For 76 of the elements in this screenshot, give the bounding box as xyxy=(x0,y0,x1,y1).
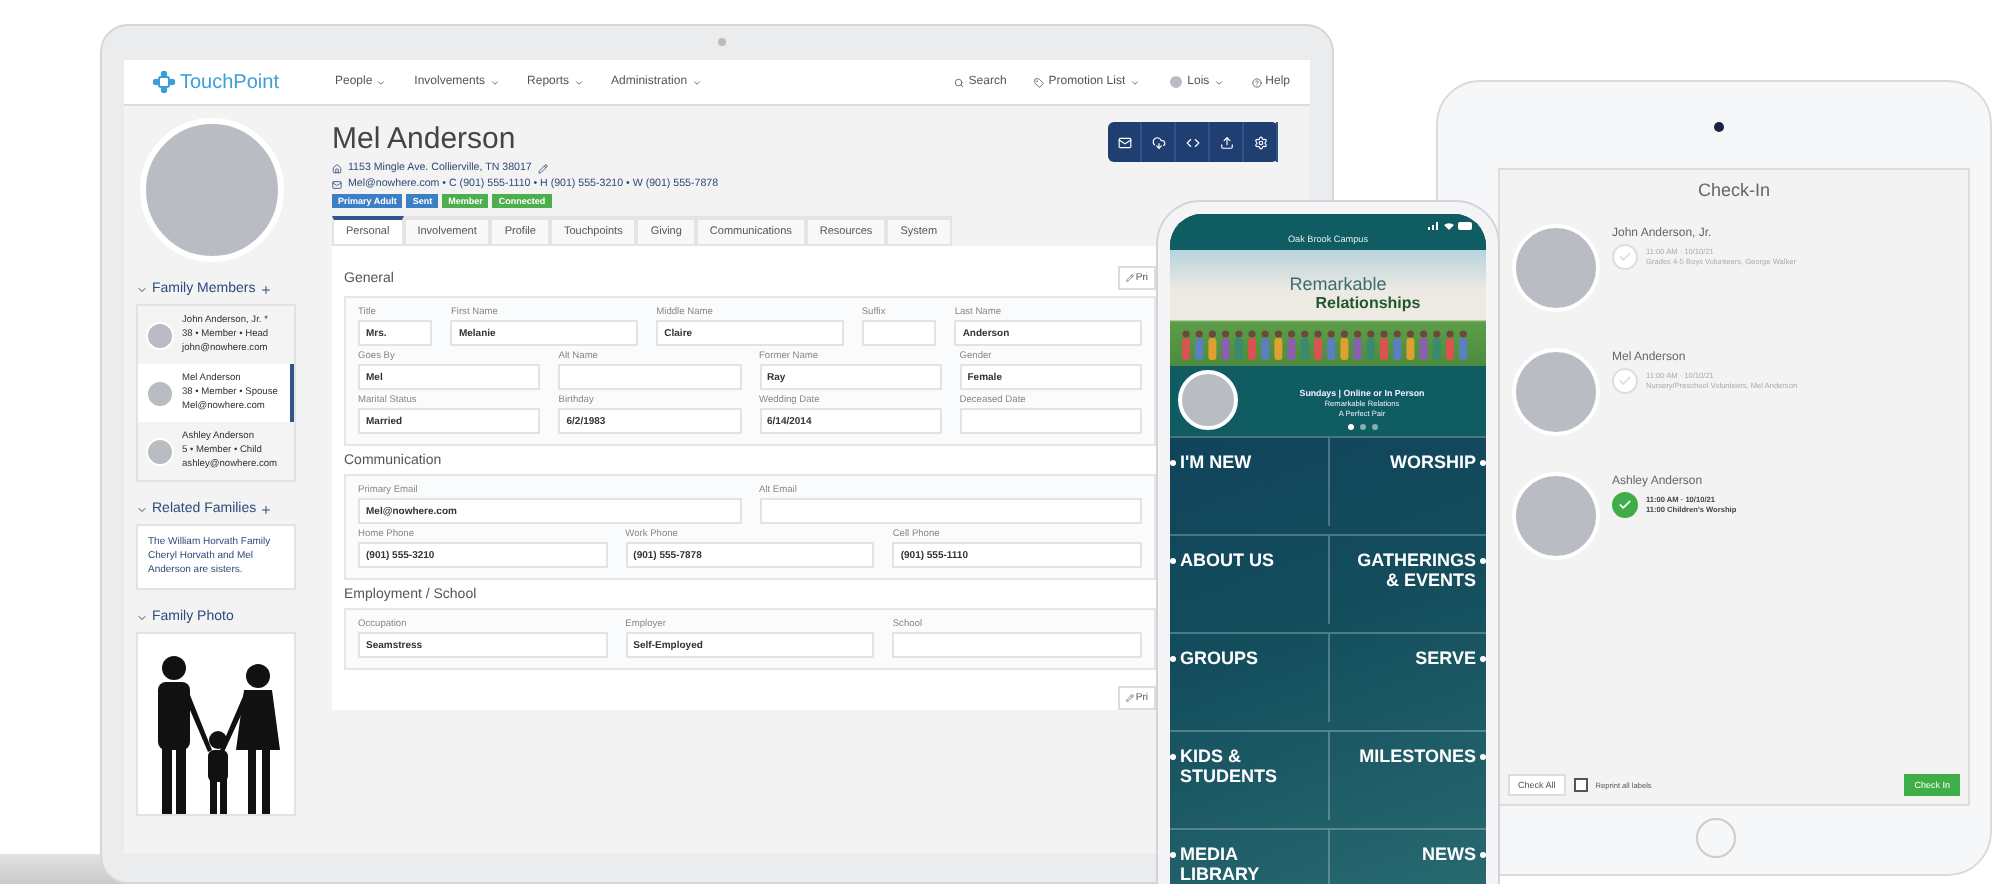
add-icon[interactable] xyxy=(259,283,272,295)
caret-icon xyxy=(1213,77,1224,87)
battery-icon xyxy=(1458,222,1474,230)
edit-icon[interactable] xyxy=(537,163,548,173)
avatar xyxy=(1512,224,1600,312)
menu-tile[interactable]: I'M NEW xyxy=(1170,436,1328,526)
cloud-download-icon xyxy=(1151,135,1165,149)
mail-icon xyxy=(332,179,342,189)
caret-icon xyxy=(691,77,702,87)
carousel-dot[interactable] xyxy=(1359,424,1365,430)
home-icon xyxy=(332,163,342,173)
person-name: Mel Anderson xyxy=(332,122,516,156)
menu-tile[interactable]: GATHERINGS & EVENTS xyxy=(1328,534,1486,624)
help-icon xyxy=(1251,77,1262,87)
code-icon xyxy=(1185,135,1199,149)
check-icon xyxy=(1618,374,1632,388)
menu-tile[interactable]: GROUPS xyxy=(1170,632,1328,722)
bullet-dot xyxy=(1480,460,1486,466)
menu-tile[interactable]: ABOUT US xyxy=(1170,534,1328,624)
bullet-dot xyxy=(1480,754,1486,760)
banner-subtitle: Relationships xyxy=(1315,294,1421,312)
pencil-icon xyxy=(1125,274,1134,282)
add-icon[interactable] xyxy=(260,503,273,515)
caret-icon xyxy=(573,77,584,87)
pencil-icon xyxy=(1125,694,1134,702)
bullet-dot xyxy=(1170,852,1176,858)
check-icon xyxy=(1618,498,1632,512)
collapse-icon[interactable] xyxy=(136,503,148,515)
carousel-dot[interactable] xyxy=(1347,424,1353,430)
signal-icon xyxy=(1428,222,1440,230)
menu-tile[interactable]: NEWS xyxy=(1328,828,1486,884)
bullet-dot xyxy=(1170,460,1176,466)
caret-icon xyxy=(489,77,500,87)
banner-title: Remarkable xyxy=(1289,274,1387,294)
menu-tile[interactable]: KIDS & STUDENTS xyxy=(1170,730,1328,820)
camera-dot xyxy=(1714,122,1724,132)
bullet-dot xyxy=(1170,558,1176,564)
bullet-dot xyxy=(1170,656,1176,662)
collapse-icon[interactable] xyxy=(136,283,148,295)
input-field[interactable] xyxy=(892,632,1143,658)
bullet-dot xyxy=(1480,558,1486,564)
avatar xyxy=(146,437,174,465)
caret-icon xyxy=(1129,77,1140,87)
avatar xyxy=(146,321,174,349)
profile-photo xyxy=(1178,370,1238,430)
avatar xyxy=(1512,472,1600,560)
upload-icon xyxy=(1219,135,1233,149)
input-field[interactable] xyxy=(861,320,937,346)
logo-text: TouchPoint xyxy=(180,71,279,93)
input-field[interactable] xyxy=(759,498,1142,524)
bullet-dot xyxy=(1480,852,1486,858)
camera-dot xyxy=(717,38,725,46)
collapse-icon[interactable] xyxy=(136,611,148,623)
menu-tile[interactable]: SERVE xyxy=(1328,632,1486,722)
input-field[interactable] xyxy=(959,408,1142,434)
bullet-dot xyxy=(1170,754,1176,760)
user-avatar xyxy=(1167,74,1184,90)
bullet-dot xyxy=(1480,656,1486,662)
tag-icon xyxy=(1034,77,1045,87)
search-icon xyxy=(954,77,965,87)
settings-icon xyxy=(1253,135,1267,149)
avatar xyxy=(1512,348,1600,436)
menu-tile[interactable]: WORSHIP xyxy=(1328,436,1486,526)
menu-tile[interactable]: MILESTONES xyxy=(1328,730,1486,820)
carousel-dot[interactable] xyxy=(1371,424,1377,430)
logo-icon xyxy=(152,70,176,94)
check-icon xyxy=(1618,250,1632,264)
caret-icon xyxy=(376,77,387,87)
mail-icon xyxy=(1117,135,1131,149)
check-toggle[interactable] xyxy=(1612,492,1638,518)
wifi-icon xyxy=(1444,222,1454,230)
avatar xyxy=(146,379,174,407)
checkbox[interactable] xyxy=(1573,778,1588,792)
input-field[interactable] xyxy=(558,364,741,390)
menu-tile[interactable]: MEDIA LIBRARY xyxy=(1170,828,1328,884)
screen-title: Check-In xyxy=(1695,180,1772,200)
